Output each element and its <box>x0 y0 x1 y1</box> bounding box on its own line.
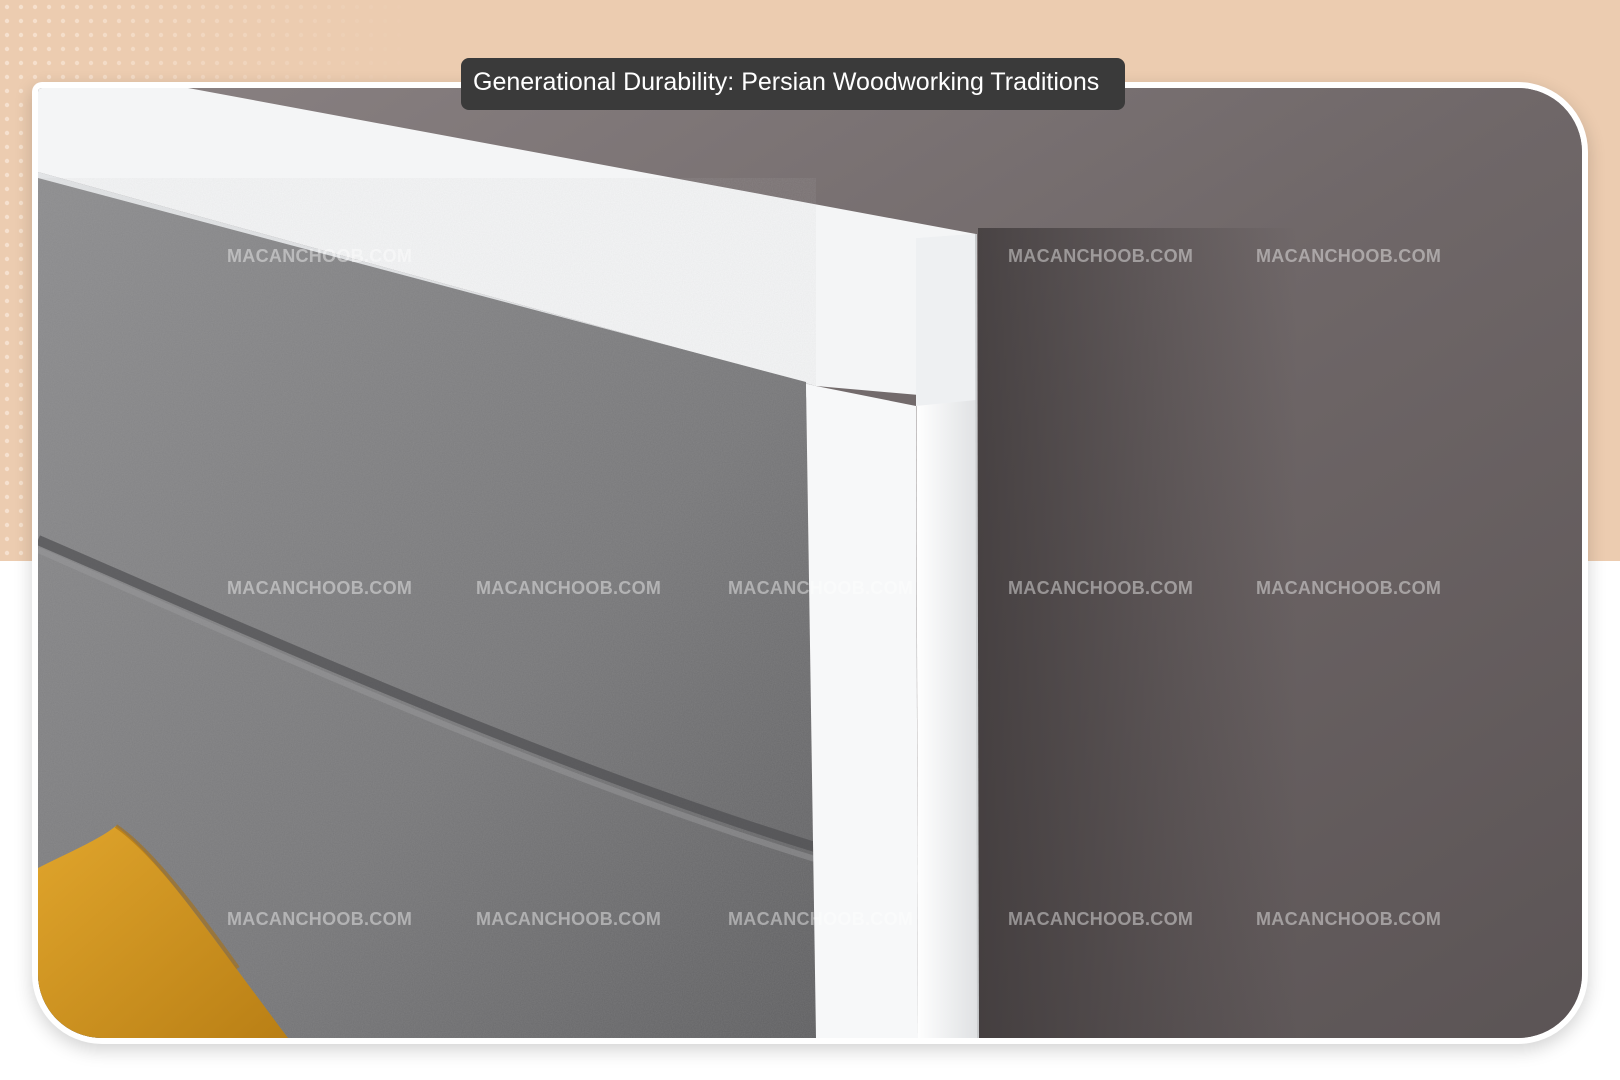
watermark-text: MACANCHOOB.COM <box>227 246 413 266</box>
headboard-image <box>38 88 1582 1038</box>
watermark-text: MACANCHOOB.COM <box>1256 246 1442 266</box>
watermark-text: MACANCHOOB.COM <box>1008 578 1194 598</box>
watermark-text: MACANCHOOB.COM <box>1008 246 1194 266</box>
watermark-text: MACANCHOOB.COM <box>1256 909 1442 929</box>
watermark-text: MACANCHOOB.COM <box>227 578 413 598</box>
page: MACANCHOOB.COM MACANCHOOB.COM MACANCHOOB… <box>0 0 1620 1080</box>
watermark-text: MACANCHOOB.COM <box>476 909 662 929</box>
watermark-text: MACANCHOOB.COM <box>1008 909 1194 929</box>
watermark-text: MACANCHOOB.COM <box>227 909 413 929</box>
page-title: Generational Durability: Persian Woodwor… <box>461 58 1126 110</box>
product-photo: MACANCHOOB.COM MACANCHOOB.COM MACANCHOOB… <box>38 88 1582 1038</box>
watermark-text: MACANCHOOB.COM <box>476 578 662 598</box>
watermark-text: MACANCHOOB.COM <box>728 578 914 598</box>
watermark-text: MACANCHOOB.COM <box>728 909 914 929</box>
watermark-text: MACANCHOOB.COM <box>1256 578 1442 598</box>
